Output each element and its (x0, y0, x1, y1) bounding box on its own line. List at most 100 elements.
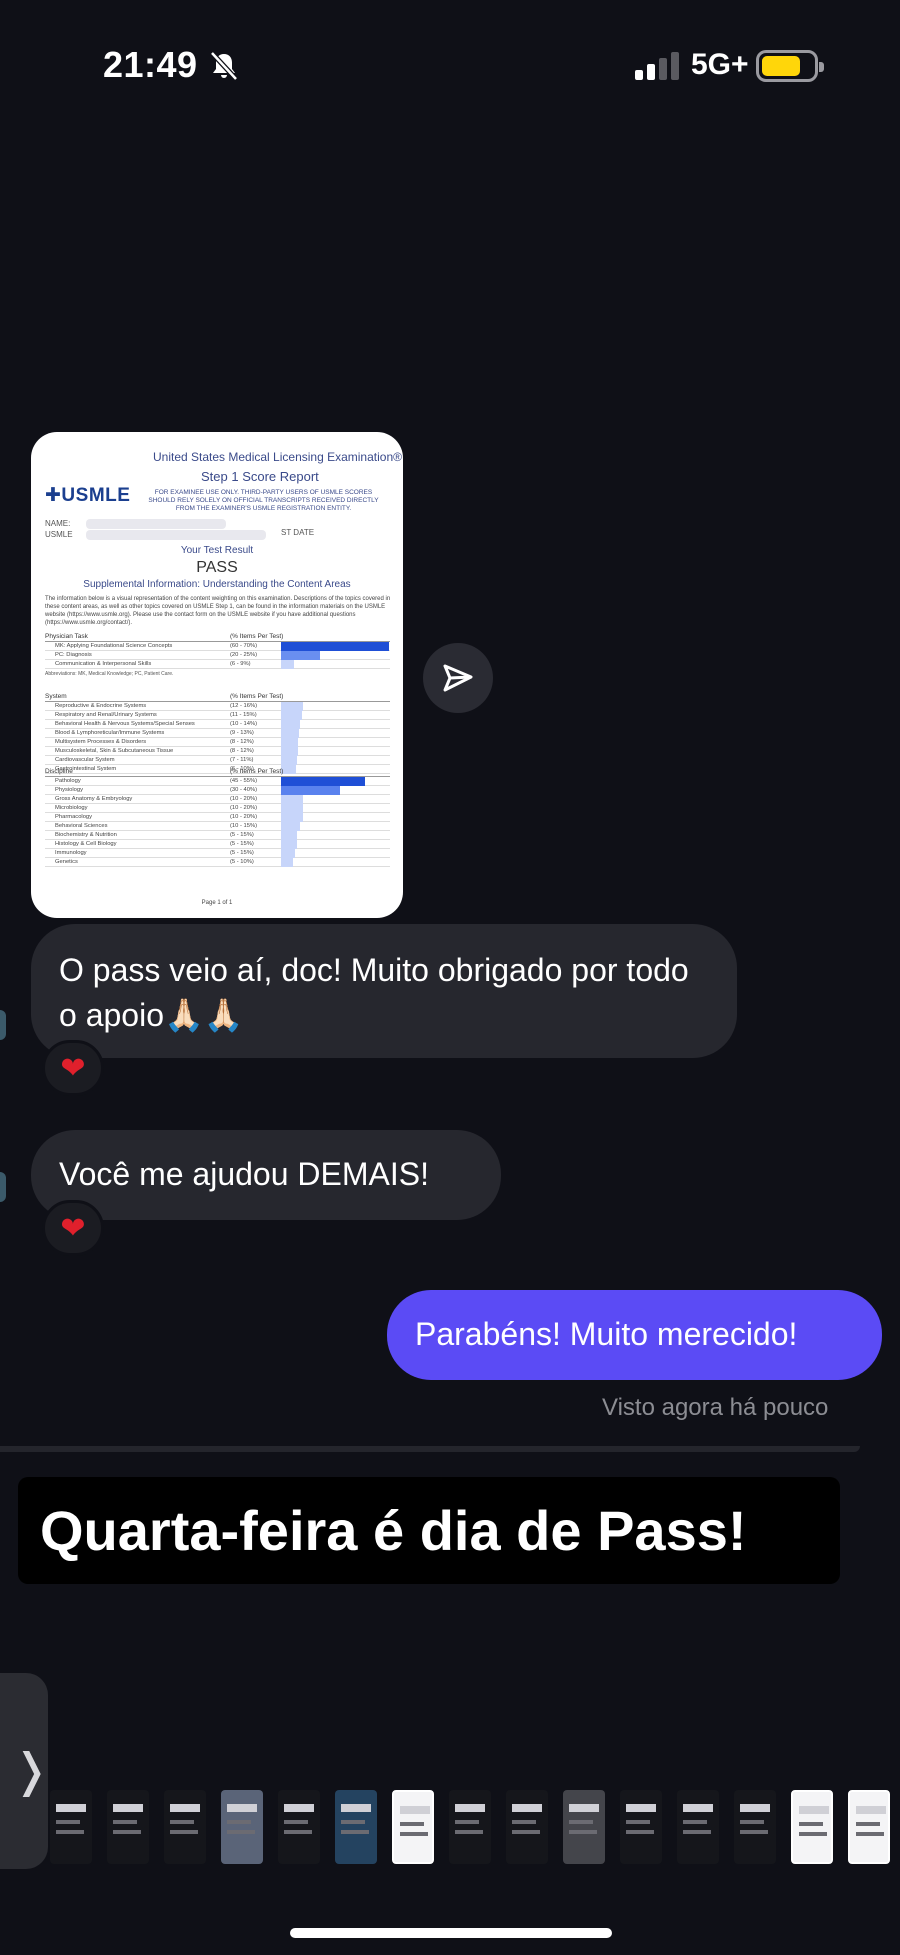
content-area-name: Cardiovascular System (55, 757, 115, 763)
story-thumbnail[interactable] (221, 1790, 263, 1864)
content-area-row: Blood & Lymphoreticular/Immune Systems (9… (45, 729, 390, 738)
signal-strength-icon (635, 52, 681, 80)
cross-logo-icon: ✚ (45, 485, 62, 506)
content-area-row: Histology & Cell Biology (5 - 15%) (45, 840, 390, 849)
message-bubble-received[interactable]: O pass veio aí, doc! Muito obrigado por … (31, 924, 737, 1058)
story-thumbnail[interactable] (107, 1790, 149, 1864)
content-area-range: (7 - 11%) (230, 757, 254, 763)
story-thumbnail[interactable] (791, 1790, 833, 1864)
video-caption: Quarta-feira é dia de Pass! (18, 1477, 840, 1584)
content-area-range: (10 - 20%) (230, 814, 258, 820)
content-area-row: Communication & Interpersonal Skills (6 -… (45, 660, 390, 669)
content-area-row: Immunology (5 - 15%) (45, 849, 390, 858)
content-area-name: Multisystem Processes & Disorders (55, 739, 147, 745)
content-area-row: Cardiovascular System (7 - 11%) (45, 756, 390, 765)
content-area-range: (5 - 15%) (230, 841, 254, 847)
send-icon (443, 664, 473, 692)
section-column-label: (% Items Per Test) (230, 768, 284, 775)
examinee-fields: NAME: USMLE (45, 518, 73, 540)
content-area-bar (281, 729, 300, 738)
heart-reaction-icon[interactable]: ❤ (42, 1040, 104, 1096)
story-thumbnail[interactable] (278, 1790, 320, 1864)
message-bubble-sent[interactable]: Parabéns! Muito merecido! (387, 1290, 882, 1380)
content-area-bar (281, 711, 302, 720)
side-panel-toggle[interactable]: ❭ (0, 1673, 51, 1869)
story-thumbnail[interactable] (677, 1790, 719, 1864)
content-area-range: (5 - 15%) (230, 850, 254, 856)
content-area-range: (5 - 10%) (230, 859, 254, 865)
battery-icon (756, 50, 824, 82)
usmle-logo: ✚USMLE (45, 484, 130, 507)
story-thumbnail[interactable] (164, 1790, 206, 1864)
section-note: Abbreviations: MK, Medical Knowledge; PC… (45, 671, 174, 677)
seen-status: Visto agora há pouco (602, 1394, 829, 1421)
home-indicator[interactable] (290, 1928, 612, 1938)
section-title: Physician Task (45, 633, 88, 640)
discipline-section: Discipline (% Items Per Test) Pathology (45… (45, 768, 390, 867)
story-thumbnail[interactable] (50, 1790, 92, 1864)
content-area-row: Multisystem Processes & Disorders (8 - 12… (45, 738, 390, 747)
content-area-row: PC: Diagnosis (20 - 25%) (45, 651, 390, 660)
physician-task-section: Physician Task (% Items Per Test) MK: Appl… (45, 633, 390, 677)
divider (0, 1446, 860, 1452)
content-area-bar (281, 858, 293, 867)
status-bar: 21:49 5G+ (0, 0, 900, 130)
content-area-name: Respiratory and Renal/Urinary Systems (55, 712, 157, 718)
content-area-range: (8 - 12%) (230, 739, 254, 745)
story-thumbnail[interactable] (449, 1790, 491, 1864)
section-title: Discipline (45, 768, 73, 775)
story-thumbnail[interactable] (734, 1790, 776, 1864)
content-area-name: Biochemistry & Nutrition (55, 832, 117, 838)
content-area-range: (8 - 12%) (230, 748, 254, 754)
content-area-bar (281, 651, 320, 660)
story-thumbnail[interactable] (335, 1790, 377, 1864)
content-area-range: (5 - 15%) (230, 832, 254, 838)
message-bubble-received[interactable]: Você me ajudou DEMAIS! (31, 1130, 501, 1220)
content-area-range: (60 - 70%) (230, 643, 258, 649)
section-column-label: (% Items Per Test) (230, 633, 284, 640)
content-area-name: Reproductive & Endocrine Systems (55, 703, 147, 709)
heart-reaction-icon[interactable]: ❤ (42, 1200, 104, 1256)
image-attachment[interactable]: United States Medical Licensing Examinat… (31, 432, 403, 918)
content-area-name: MK: Applying Foundational Science Concep… (55, 643, 173, 649)
content-area-name: Pharmacology (55, 814, 93, 820)
test-result-value: PASS (196, 559, 238, 576)
section-header: Physician Task (% Items Per Test) (45, 633, 390, 642)
content-area-row: Respiratory and Renal/Urinary Systems (11… (45, 711, 390, 720)
content-area-row: Reproductive & Endocrine Systems (12 - 16… (45, 702, 390, 711)
sender-avatar (0, 1172, 6, 1202)
story-thumbnail[interactable] (848, 1790, 890, 1864)
bell-slash-icon (210, 51, 238, 81)
report-intro: The information below is a visual repres… (45, 596, 391, 626)
content-area-bar (281, 795, 303, 804)
report-subtitle: Step 1 Score Report (201, 469, 319, 484)
content-area-bar (281, 777, 366, 786)
content-area-name: Gross Anatomy & Embryology (55, 796, 133, 802)
story-thumbnail[interactable] (620, 1790, 662, 1864)
content-area-name: Pathology (55, 778, 81, 784)
test-result-label: Your Test Result (180, 545, 254, 556)
content-area-name: Communication & Interpersonal Skills (55, 661, 152, 667)
content-area-row: Genetics (5 - 10%) (45, 858, 390, 867)
share-button[interactable] (423, 643, 493, 713)
content-area-bar (281, 642, 389, 651)
content-area-range: (45 - 55%) (230, 778, 258, 784)
content-area-row: MK: Applying Foundational Science Concep… (45, 642, 390, 651)
test-date-label: ST DATE (281, 528, 315, 537)
story-thumbnail[interactable] (392, 1790, 434, 1864)
content-area-bar (281, 756, 298, 765)
content-area-range: (10 - 15%) (230, 823, 258, 829)
story-thumbnail[interactable] (563, 1790, 605, 1864)
report-warning: FOR EXAMINEE USE ONLY. THIRD-PARTY USERS… (148, 489, 379, 512)
page-number: Page 1 of 1 (201, 900, 233, 906)
thumbnail-strip[interactable] (50, 1790, 900, 1866)
system-section: System (% Items Per Test) Reproductive & E… (45, 693, 390, 774)
network-type: 5G+ (691, 48, 749, 81)
content-area-row: Pathology (45 - 55%) (45, 777, 390, 786)
supplemental-heading: Supplemental Information: Understanding … (83, 579, 351, 590)
content-area-bar (281, 786, 341, 795)
section-title: System (45, 693, 67, 700)
chevron-right-icon: ❭ (12, 1744, 51, 1796)
content-area-bar (281, 720, 301, 729)
story-thumbnail[interactable] (506, 1790, 548, 1864)
